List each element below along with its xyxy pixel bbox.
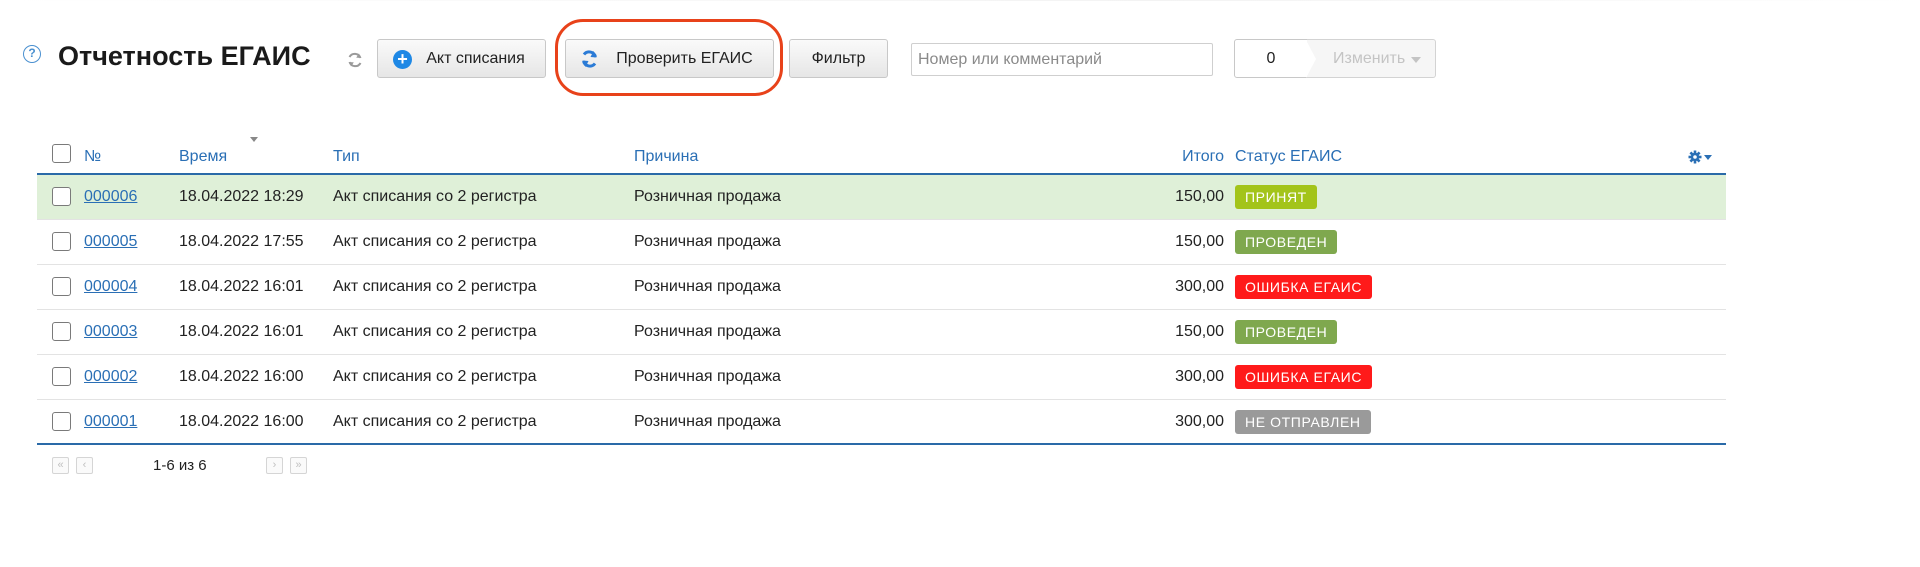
row-time: 18.04.2022 16:01 xyxy=(179,278,304,295)
table-header: № Время Тип Причина Итого Статус ЕГАИС xyxy=(37,135,1726,175)
row-reason: Розничная продажа xyxy=(634,323,781,340)
check-egais-button[interactable]: Проверить ЕГАИС xyxy=(565,39,774,78)
row-reason: Розничная продажа xyxy=(634,188,781,205)
chevron-down-icon xyxy=(1411,57,1421,63)
change-dropdown-button[interactable]: Изменить xyxy=(1306,39,1436,78)
next-page-button[interactable]: › xyxy=(266,457,283,474)
row-time: 18.04.2022 16:00 xyxy=(179,368,304,385)
gear-icon[interactable] xyxy=(1688,150,1702,164)
document-number-link[interactable]: 000005 xyxy=(84,233,137,251)
sort-desc-icon xyxy=(250,137,258,142)
status-badge: ПРОВЕДЕН xyxy=(1235,230,1338,254)
document-number-link[interactable]: 000002 xyxy=(84,368,137,386)
refresh-icon[interactable] xyxy=(346,51,364,69)
filter-button[interactable]: Фильтр xyxy=(789,39,888,78)
status-badge: ПРОВЕДЕН xyxy=(1235,320,1338,344)
row-time: 18.04.2022 18:29 xyxy=(179,188,304,205)
page-title: Отчетность ЕГАИС xyxy=(58,41,311,71)
add-writeoff-act-button[interactable]: + Акт списания xyxy=(377,39,546,78)
row-checkbox[interactable] xyxy=(52,232,71,251)
row-type: Акт списания со 2 регистра xyxy=(333,233,537,250)
column-header-total[interactable]: Итого xyxy=(1037,135,1224,176)
selected-count: 0 xyxy=(1234,39,1308,78)
row-total: 150,00 xyxy=(1175,233,1224,250)
search-input[interactable] xyxy=(911,43,1213,76)
prev-page-button[interactable]: ‹ xyxy=(76,457,93,474)
row-checkbox[interactable] xyxy=(52,322,71,341)
column-header-number[interactable]: № xyxy=(84,135,101,176)
row-total: 150,00 xyxy=(1175,188,1224,205)
column-header-type: Тип xyxy=(333,148,360,165)
column-header-status[interactable]: Статус ЕГАИС xyxy=(1235,135,1342,176)
select-all-checkbox[interactable] xyxy=(52,144,71,163)
status-badge: ОШИБКА ЕГАИС xyxy=(1235,275,1373,299)
add-writeoff-act-label: Акт списания xyxy=(426,50,525,67)
document-number-link[interactable]: 000003 xyxy=(84,323,137,341)
row-checkbox[interactable] xyxy=(52,412,71,431)
change-label: Изменить xyxy=(1333,50,1406,67)
row-reason: Розничная продажа xyxy=(634,233,781,250)
document-number-link[interactable]: 000004 xyxy=(84,278,137,296)
sync-icon xyxy=(582,50,597,68)
row-reason: Розничная продажа xyxy=(634,412,781,430)
row-reason: Розничная продажа xyxy=(634,278,781,295)
row-type: Акт списания со 2 регистра xyxy=(333,188,537,205)
column-header-reason[interactable]: Причина xyxy=(634,135,698,176)
counter-arrow xyxy=(1306,40,1316,78)
row-type: Акт списания со 2 регистра xyxy=(333,412,537,430)
column-header-time[interactable]: Время xyxy=(179,135,227,176)
document-number-link[interactable]: 000006 xyxy=(84,188,137,206)
table-row[interactable]: 000003 18.04.2022 16:01 Акт списания со … xyxy=(37,310,1726,355)
status-badge: ОШИБКА ЕГАИС xyxy=(1235,365,1373,389)
row-reason: Розничная продажа xyxy=(634,368,781,385)
row-total: 150,00 xyxy=(1175,323,1224,340)
help-icon[interactable]: ? xyxy=(23,45,41,63)
document-number-link[interactable]: 000001 xyxy=(84,413,137,431)
top-divider xyxy=(0,0,1920,1)
page-range: 1-6 из 6 xyxy=(153,457,207,474)
last-page-button[interactable]: » xyxy=(290,457,307,474)
chevron-down-icon xyxy=(1704,155,1712,160)
status-badge: ПРИНЯТ xyxy=(1235,185,1317,209)
table-row[interactable]: 000001 18.04.2022 16:00 Акт списания со … xyxy=(37,400,1726,445)
first-page-button[interactable]: « xyxy=(52,457,69,474)
row-checkbox[interactable] xyxy=(52,367,71,386)
table-row[interactable]: 000004 18.04.2022 16:01 Акт списания со … xyxy=(37,265,1726,310)
row-total: 300,00 xyxy=(1175,368,1224,385)
table-row[interactable]: 000002 18.04.2022 16:00 Акт списания со … xyxy=(37,355,1726,400)
table-row[interactable]: 000005 18.04.2022 17:55 Акт списания со … xyxy=(37,220,1726,265)
row-type: Акт списания со 2 регистра xyxy=(333,323,537,340)
row-time: 18.04.2022 17:55 xyxy=(179,233,304,250)
row-total: 300,00 xyxy=(1175,278,1224,295)
check-egais-label: Проверить ЕГАИС xyxy=(616,50,753,67)
row-time: 18.04.2022 16:01 xyxy=(179,323,304,340)
row-checkbox[interactable] xyxy=(52,277,71,296)
row-checkbox[interactable] xyxy=(52,187,71,206)
status-badge: НЕ ОТПРАВЛЕН xyxy=(1235,409,1371,434)
row-type: Акт списания со 2 регистра xyxy=(333,368,537,385)
row-total: 300,00 xyxy=(1175,412,1224,430)
plus-icon: + xyxy=(393,50,412,69)
row-time: 18.04.2022 16:00 xyxy=(179,412,304,430)
row-type: Акт списания со 2 регистра xyxy=(333,278,537,295)
table-row[interactable]: 000006 18.04.2022 18:29 Акт списания со … xyxy=(37,175,1726,220)
